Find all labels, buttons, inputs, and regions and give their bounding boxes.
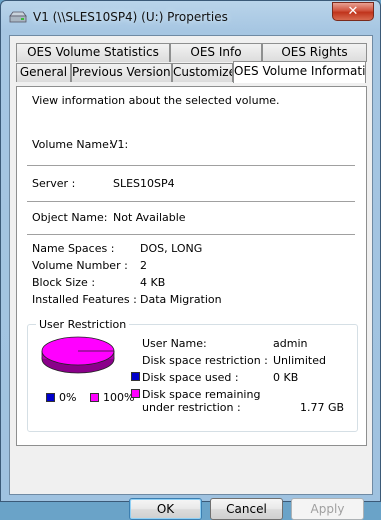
disk-used-label: Disk space used : <box>142 371 239 384</box>
close-icon: ✕ <box>347 4 359 19</box>
panel-intro: View information about the selected volu… <box>32 94 280 107</box>
user-name-value: admin <box>273 337 308 350</box>
tab-oes-volume-information[interactable]: OES Volume Information <box>233 61 366 83</box>
installed-features-value: Data Migration <box>140 293 222 306</box>
title-bar[interactable]: V1 (\\SLES10SP4) (U:) Properties ✕ <box>1 1 380 35</box>
disk-usage-pie-chart <box>41 336 115 374</box>
apply-button-label: Apply <box>310 502 345 516</box>
tab-customize[interactable]: Customize <box>172 63 233 82</box>
legend-used-swatch <box>46 393 55 402</box>
cancel-button-label: Cancel <box>226 502 267 516</box>
dialog-client: OES Volume Statistics OES Info OES Right… <box>9 35 373 520</box>
disk-remaining-label-line1: Disk space remaining <box>142 388 261 401</box>
server-label: Server : <box>32 177 76 190</box>
drive-icon <box>9 11 27 24</box>
disk-used-swatch <box>131 372 140 381</box>
oes-volume-information-panel: View information about the selected volu… <box>16 86 367 446</box>
tab-oes-rights[interactable]: OES Rights <box>262 43 367 62</box>
volume-name-label: Volume Name: <box>32 138 113 151</box>
tab-oes-volume-statistics[interactable]: OES Volume Statistics <box>16 43 170 62</box>
properties-window: V1 (\\SLES10SP4) (U:) Properties ✕ OES V… <box>0 0 381 520</box>
tab-label: OES Rights <box>281 45 348 59</box>
disk-used-value: 0 KB <box>273 371 299 384</box>
tab-previous-versions[interactable]: Previous Versions <box>71 63 172 82</box>
volume-number-label: Volume Number : <box>32 259 128 272</box>
disk-restriction-label: Disk space restriction : <box>142 354 268 367</box>
separator <box>27 234 355 235</box>
disk-restriction-value: Unlimited <box>273 354 326 367</box>
namespaces-label: Name Spaces : <box>32 242 115 255</box>
disk-remaining-label-line2: under restriction : <box>142 401 241 414</box>
tab-general[interactable]: General <box>16 63 71 82</box>
block-size-value: 4 KB <box>140 276 166 289</box>
ok-button-label: OK <box>156 502 175 516</box>
namespaces-value: DOS, LONG <box>140 242 203 255</box>
tab-label: OES Info <box>190 45 242 59</box>
legend-remaining-swatch <box>90 393 99 402</box>
legend-used-percent: 0% <box>59 391 77 404</box>
user-name-label: User Name: <box>142 337 207 350</box>
window-title: V1 (\\SLES10SP4) (U:) Properties <box>33 10 228 24</box>
user-restriction-title: User Restriction <box>36 318 130 331</box>
volume-number-value: 2 <box>140 259 147 272</box>
server-value: SLES10SP4 <box>113 177 175 190</box>
object-name-label: Object Name: <box>32 211 108 224</box>
user-restriction-group: User Restriction 0% 100% User Name: admi… <box>27 318 358 432</box>
tab-label: General <box>19 65 68 79</box>
ok-button[interactable]: OK <box>129 498 202 520</box>
disk-remaining-value: 1.77 GB <box>300 401 345 414</box>
cancel-button[interactable]: Cancel <box>210 498 283 520</box>
volume-name-value: V1: <box>110 138 129 151</box>
object-name-value: Not Available <box>113 211 186 224</box>
tab-label: OES Volume Information <box>234 64 366 78</box>
disk-remaining-swatch <box>131 389 140 398</box>
apply-button[interactable]: Apply <box>291 498 364 520</box>
separator <box>27 201 355 202</box>
close-button[interactable]: ✕ <box>332 2 374 21</box>
legend-remaining-percent: 100% <box>103 391 135 404</box>
separator <box>27 165 355 166</box>
block-size-label: Block Size : <box>32 276 96 289</box>
tab-label: OES Volume Statistics <box>27 45 159 59</box>
tab-oes-info[interactable]: OES Info <box>170 43 262 62</box>
tab-label: Customize <box>173 65 233 79</box>
tab-label: Previous Versions <box>72 65 172 79</box>
installed-features-label: Installed Features : <box>32 293 137 306</box>
